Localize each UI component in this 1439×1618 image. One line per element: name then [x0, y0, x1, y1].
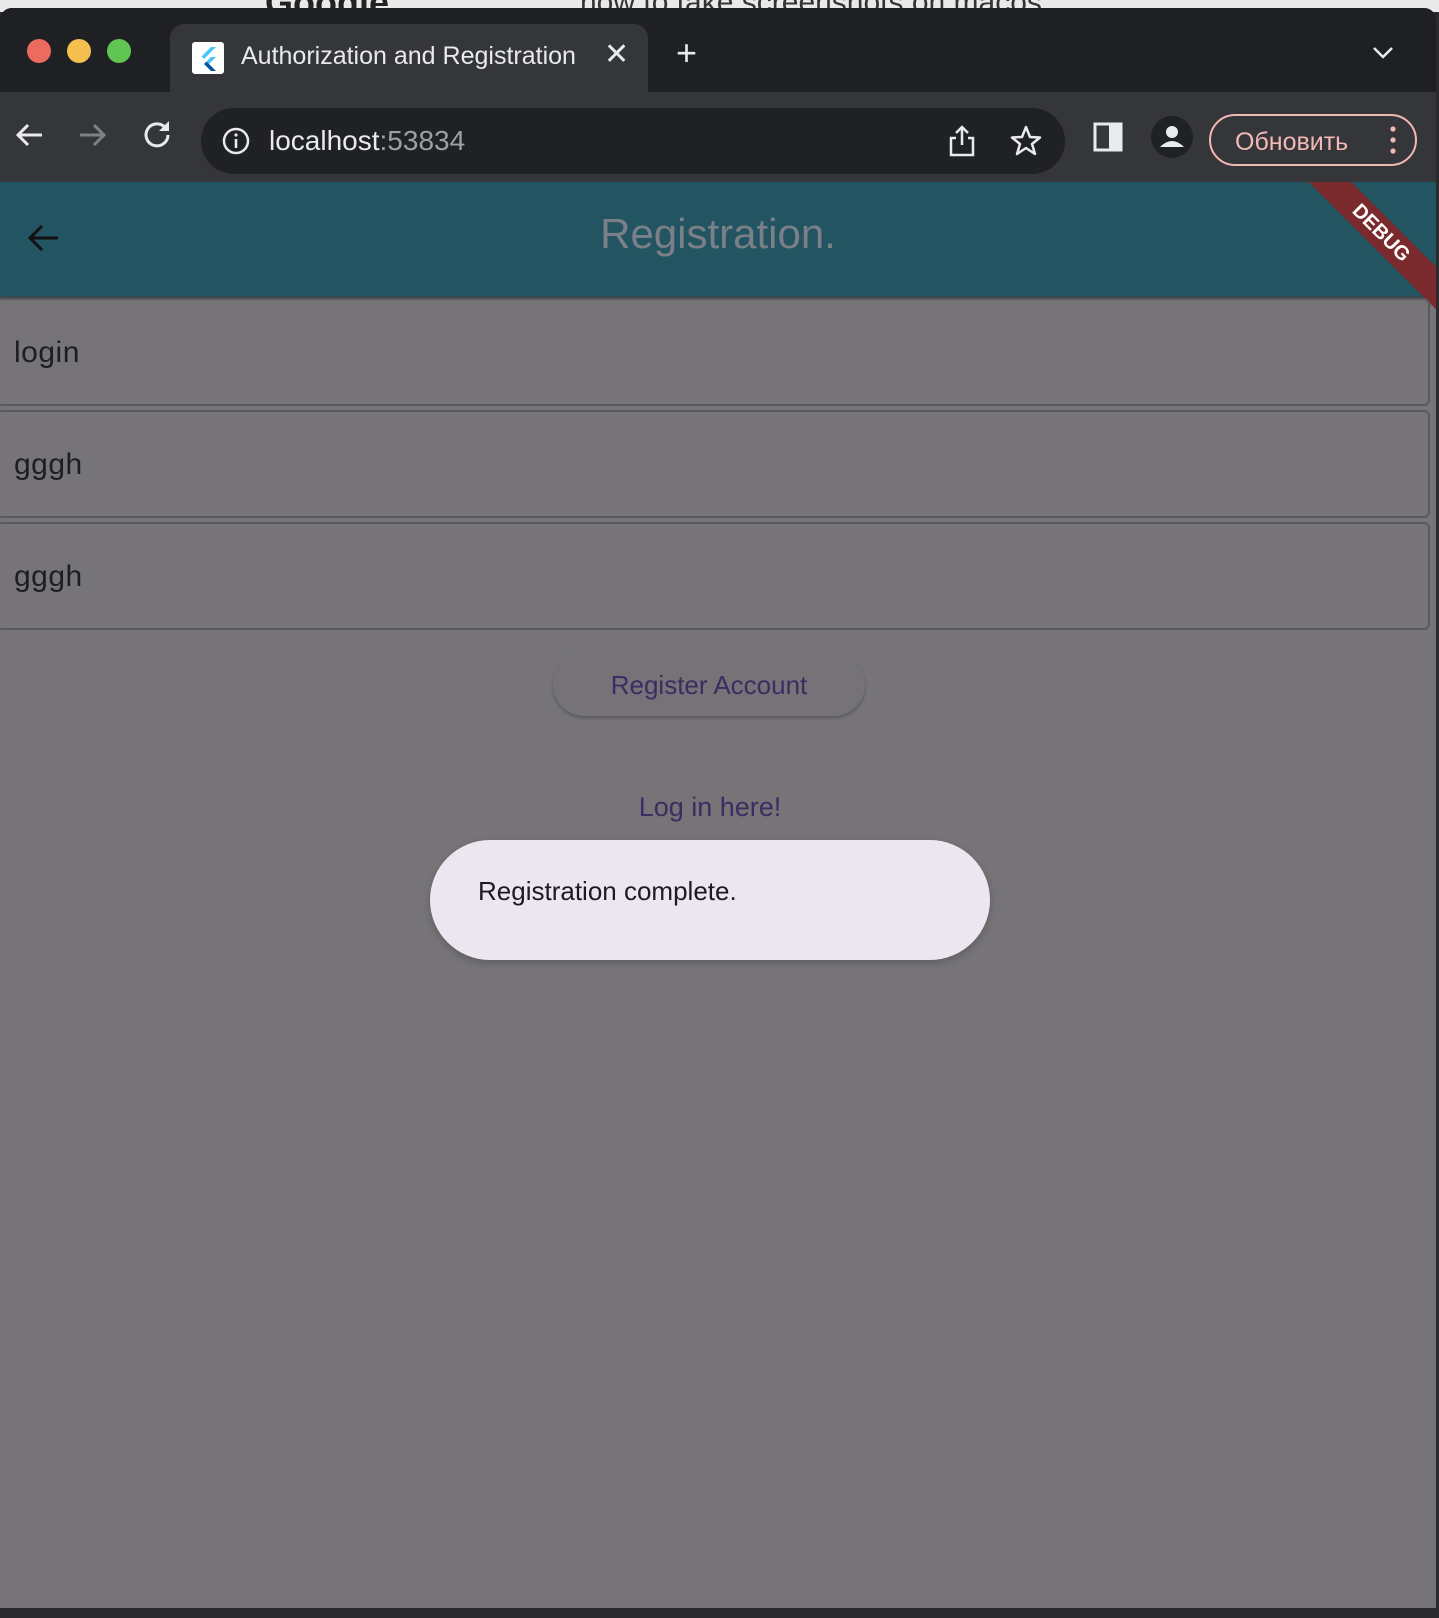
- update-label: Обновить: [1235, 128, 1349, 156]
- password-field[interactable]: [0, 410, 1430, 518]
- flutter-icon: [192, 42, 224, 74]
- update-button[interactable]: Обновить: [1209, 114, 1417, 166]
- info-icon[interactable]: [221, 126, 251, 156]
- login-input[interactable]: [12, 330, 1396, 376]
- tab-close-icon[interactable]: ✕: [604, 40, 629, 70]
- browser-toolbar: localhost:53834 Обновить: [0, 92, 1436, 182]
- page-title: Registration.: [600, 210, 836, 257]
- share-icon[interactable]: [946, 124, 978, 158]
- desktop-edge: [0, 1608, 1439, 1618]
- snackbar: Registration complete.: [430, 840, 990, 960]
- close-window-button[interactable]: [27, 39, 51, 63]
- snackbar-message: Registration complete.: [478, 876, 737, 906]
- tab-strip: Authorization and Registration ✕ +: [0, 8, 1436, 92]
- forward-arrow-icon[interactable]: [72, 115, 112, 155]
- app-page: Registration. DEBUG Register Account Log…: [0, 182, 1436, 1608]
- back-arrow-icon[interactable]: [10, 115, 50, 155]
- star-icon[interactable]: [1009, 124, 1043, 158]
- url-text: localhost:53834: [269, 125, 466, 156]
- minimize-window-button[interactable]: [67, 39, 91, 63]
- more-vert-icon[interactable]: [1389, 124, 1397, 156]
- reload-icon[interactable]: [137, 115, 177, 155]
- new-tab-button[interactable]: +: [676, 35, 697, 71]
- tab-active[interactable]: Authorization and Registration ✕: [170, 24, 648, 92]
- tab-title: Authorization and Registration: [241, 42, 576, 70]
- address-bar[interactable]: localhost:53834: [201, 108, 1065, 174]
- fullscreen-window-button[interactable]: [107, 39, 131, 63]
- profile-icon[interactable]: [1151, 116, 1193, 158]
- browser-window: Authorization and Registration ✕ + local…: [0, 8, 1436, 1608]
- login-field[interactable]: [0, 298, 1430, 406]
- password-confirm-field[interactable]: [0, 522, 1430, 630]
- side-panel-icon[interactable]: [1093, 122, 1123, 152]
- password-confirm-input[interactable]: [12, 554, 1396, 600]
- password-input[interactable]: [12, 442, 1396, 488]
- chevron-down-icon[interactable]: [1372, 46, 1394, 60]
- app-bar: Registration. DEBUG: [0, 182, 1436, 318]
- register-account-button[interactable]: Register Account: [553, 654, 865, 716]
- login-link[interactable]: Log in here!: [0, 792, 1420, 823]
